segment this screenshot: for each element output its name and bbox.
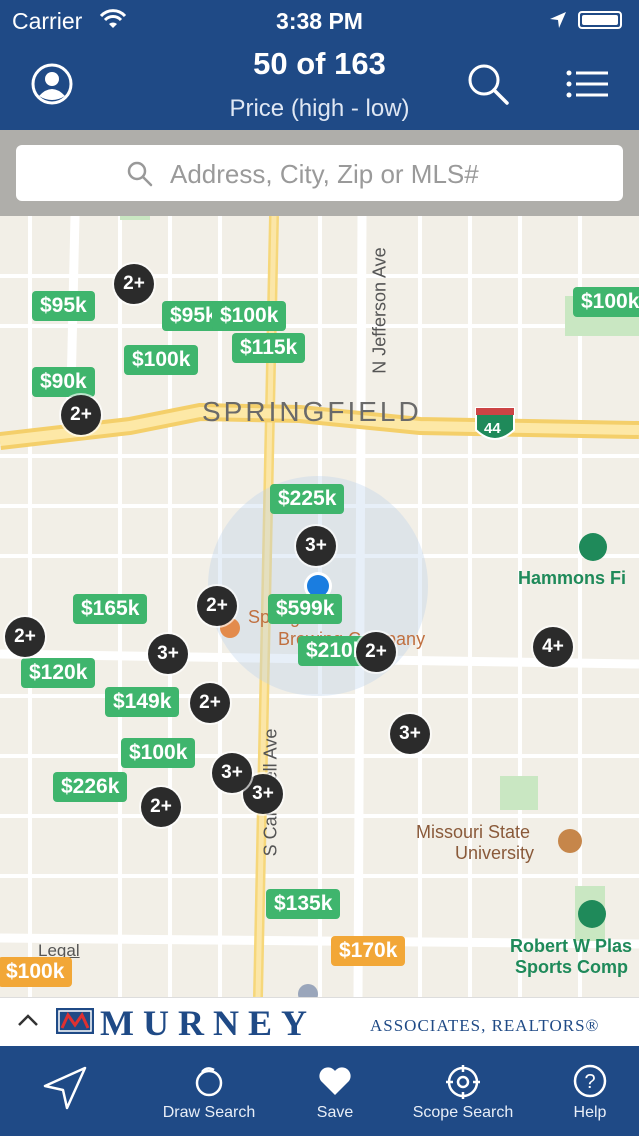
poi-label: Robert W Plas [510, 936, 633, 956]
tab-bar: Draw Search Save Scope Search ? Help [0, 1046, 639, 1136]
status-bar: Carrier 3:38 PM [0, 0, 639, 42]
price-marker[interactable]: $100k [124, 345, 199, 375]
price-marker[interactable]: $115k [232, 333, 306, 363]
search-bar-container [0, 130, 639, 216]
search-box[interactable] [16, 145, 623, 201]
scope-icon [446, 1065, 480, 1099]
cluster-marker[interactable]: 3+ [390, 714, 430, 754]
cluster-marker[interactable]: 2+ [61, 395, 101, 435]
cluster-marker[interactable]: 3+ [296, 526, 336, 566]
price-marker[interactable]: $165k [73, 594, 148, 624]
price-marker[interactable]: $149k [105, 687, 180, 717]
search-input[interactable] [168, 153, 612, 195]
poi-label: University [455, 843, 535, 863]
cluster-marker[interactable]: 2+ [356, 632, 396, 672]
battery-icon [578, 11, 622, 29]
street-label: N Jefferson Ave [369, 247, 390, 374]
price-marker[interactable]: $599k [268, 594, 343, 624]
heart-icon [319, 1067, 351, 1095]
price-marker[interactable]: $100k [573, 287, 639, 317]
price-marker[interactable]: $170k [331, 936, 406, 966]
tab-save[interactable]: Save [270, 1046, 400, 1136]
brand-logo-mark [58, 1010, 92, 1032]
tab-locate[interactable] [0, 1046, 130, 1136]
tab-label: Draw Search [162, 1104, 256, 1121]
cluster-marker[interactable]: 2+ [197, 586, 237, 626]
tab-label: Scope Search [412, 1104, 514, 1121]
location-services-icon [550, 12, 566, 28]
tab-label: Help [573, 1104, 607, 1121]
poi-label: Hammons Fi [518, 568, 627, 588]
brand-suffix: ASSOCIATES, REALTORS® [370, 1016, 600, 1035]
map-view[interactable]: SPRINGFIELD N Jefferson Ave S Campbell A… [0, 216, 639, 997]
tab-label: Save [316, 1104, 354, 1121]
results-count-title: 50 of 163 [253, 46, 386, 81]
brand-banner[interactable]: MURNEY ASSOCIATES, REALTORS® [0, 997, 639, 1047]
price-marker[interactable]: $95k [32, 291, 95, 321]
price-marker[interactable]: $100k [121, 738, 196, 768]
status-time: 3:38 PM [276, 8, 363, 34]
price-marker[interactable]: $135k [266, 889, 341, 919]
city-label: SPRINGFIELD [202, 396, 422, 427]
cluster-marker[interactable]: 3+ [212, 753, 252, 793]
cluster-marker[interactable]: 2+ [190, 683, 230, 723]
price-marker[interactable]: $100k [212, 301, 287, 331]
cluster-marker[interactable]: 3+ [148, 634, 188, 674]
price-marker[interactable]: $225k [270, 484, 345, 514]
cluster-marker[interactable]: 2+ [114, 264, 154, 304]
svg-text:?: ? [584, 1071, 595, 1093]
nav-bar: 50 of 163 Price (high - low) [0, 42, 639, 130]
menu-icon[interactable] [566, 69, 608, 99]
price-marker[interactable]: $90k [32, 367, 95, 397]
cluster-marker[interactable]: 2+ [141, 787, 181, 827]
location-arrow-icon [43, 1066, 87, 1110]
tab-help[interactable]: ? Help [525, 1046, 639, 1136]
search-field-icon [127, 161, 153, 187]
tab-draw-search[interactable]: Draw Search [144, 1046, 274, 1136]
price-marker[interactable]: $226k [53, 772, 128, 802]
price-marker[interactable]: $120k [21, 658, 96, 688]
interstate-label: 44 [484, 420, 501, 437]
tab-scope-search[interactable]: Scope Search [398, 1046, 528, 1136]
poi-label: Sports Comp [515, 957, 629, 977]
cluster-marker[interactable]: 2+ [5, 617, 45, 657]
poi-label: Missouri State [416, 822, 531, 842]
price-marker[interactable]: $100k [0, 957, 73, 987]
chevron-up-icon[interactable] [16, 1012, 40, 1028]
brand-name: MURNEY [100, 1003, 316, 1043]
help-icon: ? [573, 1064, 607, 1098]
sort-order-button[interactable]: Price (high - low) [0, 95, 639, 123]
search-icon[interactable] [465, 61, 511, 107]
cluster-marker[interactable]: 4+ [533, 627, 573, 667]
brand-logo [56, 1008, 94, 1034]
draw-search-icon [195, 1067, 223, 1097]
